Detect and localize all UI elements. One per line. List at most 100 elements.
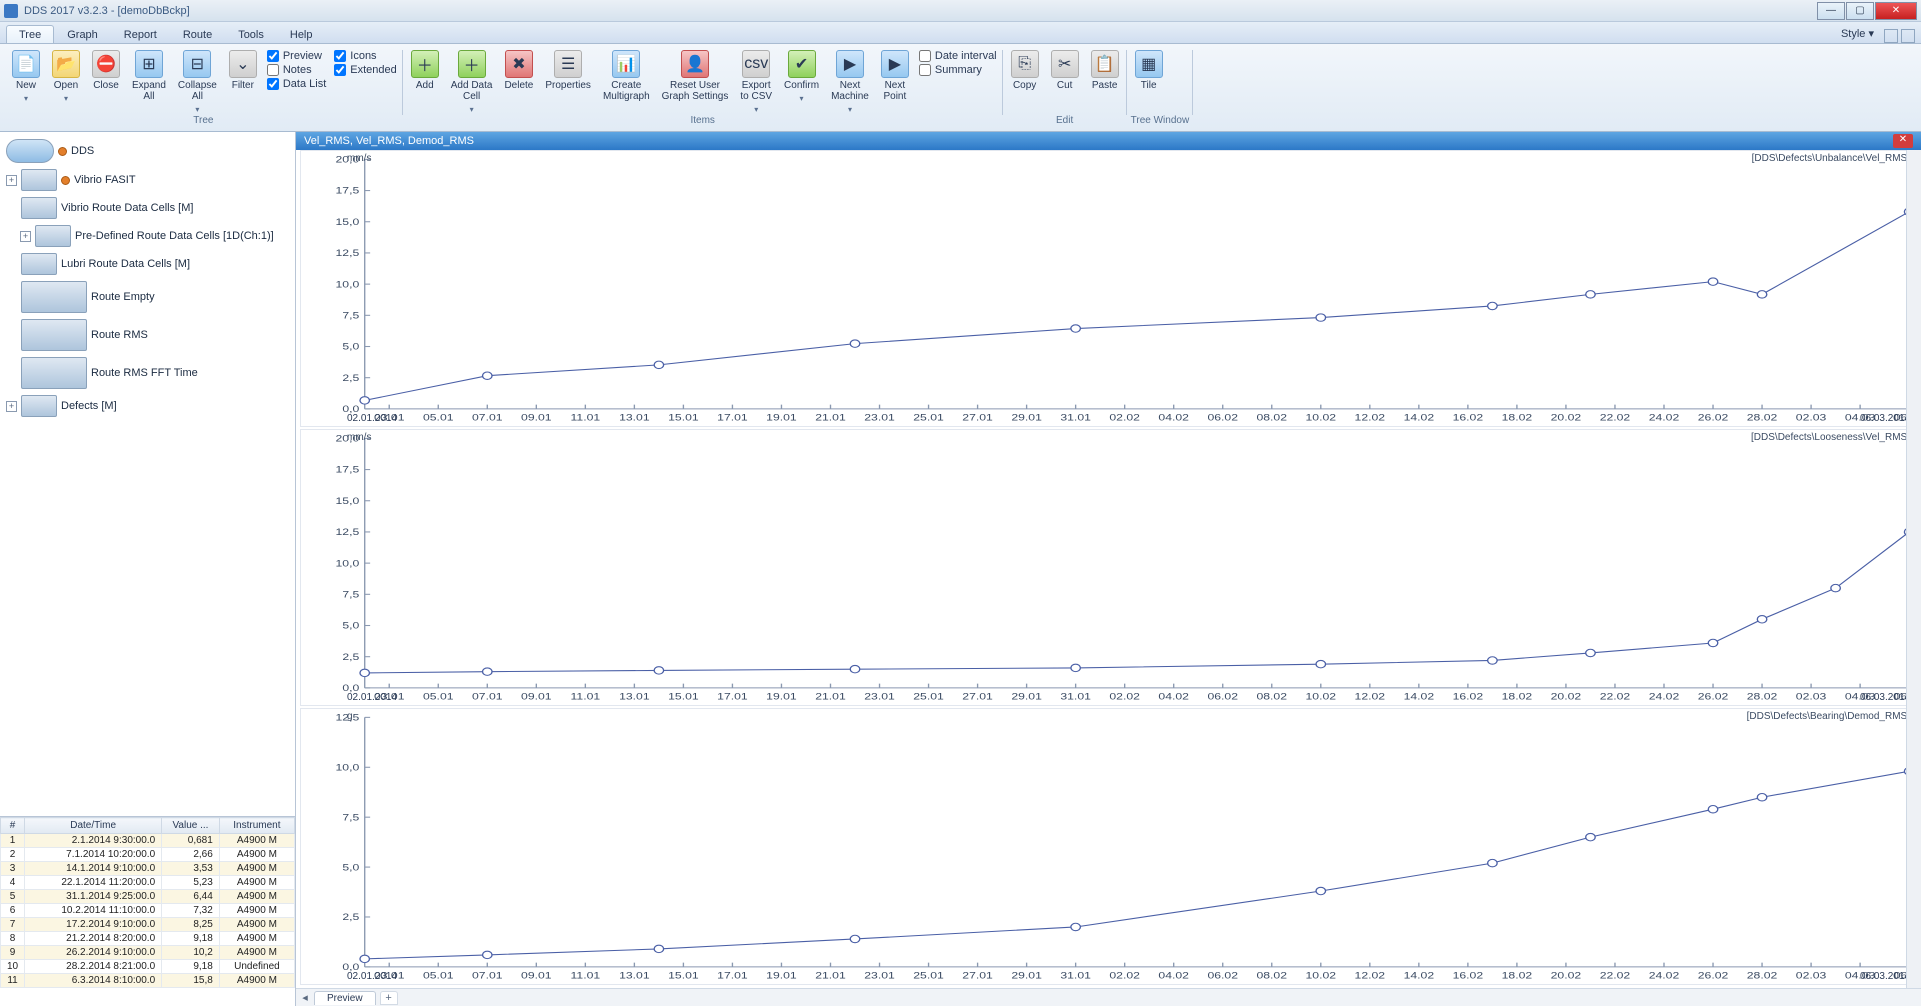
- delete-button[interactable]: ✖Delete: [500, 48, 537, 91]
- chart-close-button[interactable]: ✕: [1893, 134, 1913, 148]
- copy-icon: ⎘: [1011, 50, 1039, 78]
- svg-text:06.02: 06.02: [1207, 692, 1238, 702]
- chart-2[interactable]: 0,02,55,07,510,012,503.0105.0107.0109.01…: [300, 708, 1917, 985]
- export-csv-button[interactable]: csvExport to CSV▾: [736, 48, 776, 115]
- tab-route[interactable]: Route: [170, 25, 225, 43]
- table-row[interactable]: 314.1.2014 9:10:00.03,53A4900 M: [1, 862, 295, 876]
- tree-node[interactable]: Route Empty: [2, 278, 293, 316]
- create-multigraph-button[interactable]: 📊Create Multigraph: [599, 48, 654, 102]
- column-header[interactable]: Date/Time: [25, 818, 162, 834]
- svg-text:15.01: 15.01: [668, 692, 699, 702]
- tree-node-label: Pre-Defined Route Data Cells [1D(Ch:1)]: [75, 230, 274, 242]
- table-row[interactable]: 821.2.2014 8:20:00.09,18A4900 M: [1, 932, 295, 946]
- svg-text:5,0: 5,0: [342, 342, 359, 352]
- tree-node[interactable]: Lubri Route Data Cells [M]: [2, 250, 293, 278]
- notes-checkbox[interactable]: Notes: [267, 64, 326, 76]
- svg-text:19.01: 19.01: [766, 692, 797, 702]
- table-row[interactable]: 926.2.2014 9:10:00.010,2A4900 M: [1, 946, 295, 960]
- column-header[interactable]: Value ...: [162, 818, 220, 834]
- svg-text:19.01: 19.01: [766, 971, 797, 981]
- table-row[interactable]: 422.1.2014 11:20:00.05,23A4900 M: [1, 876, 295, 890]
- expand-toggle-icon[interactable]: +: [20, 231, 31, 242]
- filter-button[interactable]: ⌄Filter: [225, 48, 261, 91]
- ribbon-collapse-button[interactable]: [1884, 29, 1898, 43]
- tab-help[interactable]: Help: [277, 25, 326, 43]
- tree-node[interactable]: Route RMS FFT Time: [2, 354, 293, 392]
- close-db-button[interactable]: ⛔Close: [88, 48, 124, 91]
- table-row[interactable]: 531.1.2014 9:25:00.06,44A4900 M: [1, 890, 295, 904]
- group-items-label: Items: [407, 115, 999, 129]
- add-datacell-button[interactable]: ＋Add Data Cell▾: [447, 48, 497, 115]
- maximize-button[interactable]: ▢: [1846, 2, 1874, 20]
- paste-button[interactable]: 📋Paste: [1087, 48, 1123, 91]
- tab-report[interactable]: Report: [111, 25, 170, 43]
- new-button[interactable]: 📄New▾: [8, 48, 44, 104]
- properties-button[interactable]: ☰Properties: [541, 48, 595, 91]
- table-row[interactable]: 1028.2.2014 8:21:00.09,18Undefined: [1, 960, 295, 974]
- summary-checkbox[interactable]: Summary: [919, 64, 997, 76]
- svg-text:5,0: 5,0: [342, 862, 359, 872]
- tree-node[interactable]: +Vibrio FASIT: [2, 166, 293, 194]
- expand-toggle-icon[interactable]: +: [6, 175, 17, 186]
- svg-text:04.02: 04.02: [1158, 413, 1189, 423]
- confirm-button[interactable]: ✔Confirm▾: [780, 48, 823, 104]
- tree-view[interactable]: DDS +Vibrio FASITVibrio Route Data Cells…: [0, 132, 295, 816]
- chart-panel-titlebar[interactable]: Vel_RMS, Vel_RMS, Demod_RMS ✕: [296, 132, 1921, 150]
- tab-tree[interactable]: Tree: [6, 25, 54, 43]
- svg-text:15.01: 15.01: [668, 413, 699, 423]
- tree-node[interactable]: Route RMS: [2, 316, 293, 354]
- chart-0[interactable]: 0,02,55,07,510,012,515,017,520,003.0105.…: [300, 150, 1917, 427]
- delete-icon: ✖: [505, 50, 533, 78]
- vertical-scrollbar[interactable]: [1906, 150, 1921, 988]
- tile-button[interactable]: ▦Tile: [1131, 48, 1167, 91]
- reset-graph-settings-button[interactable]: 👤Reset User Graph Settings: [658, 48, 733, 102]
- tab-nav-left[interactable]: ◂: [296, 991, 314, 1004]
- column-header[interactable]: #: [1, 818, 25, 834]
- datalist-checkbox[interactable]: Data List: [267, 78, 326, 90]
- svg-text:06.02: 06.02: [1207, 413, 1238, 423]
- table-row[interactable]: 12.1.2014 9:30:00.00,681A4900 M: [1, 834, 295, 848]
- chart-date-start: 02.01.2014: [347, 692, 397, 703]
- collapse-all-button[interactable]: ⊟Collapse All▾: [174, 48, 221, 115]
- data-grid[interactable]: #Date/TimeValue ...Instrument 12.1.2014 …: [0, 816, 295, 1006]
- close-button[interactable]: ✕: [1875, 2, 1917, 20]
- column-header[interactable]: Instrument: [219, 818, 294, 834]
- table-row[interactable]: 717.2.2014 9:10:00.08,25A4900 M: [1, 918, 295, 932]
- table-row[interactable]: 610.2.2014 11:10:00.07,32A4900 M: [1, 904, 295, 918]
- tree-node[interactable]: + Pre-Defined Route Data Cells [1D(Ch:1)]: [2, 222, 293, 250]
- minimize-button[interactable]: —: [1817, 2, 1845, 20]
- device-icon: [21, 395, 57, 417]
- icons-checkbox[interactable]: Icons: [334, 50, 396, 62]
- ribbon-help-button[interactable]: [1901, 29, 1915, 43]
- expand-toggle-icon[interactable]: +: [6, 401, 17, 412]
- chart-date-start: 02.01.2014: [347, 971, 397, 982]
- style-menu[interactable]: Style ▾: [1834, 24, 1881, 43]
- copy-button[interactable]: ⎘Copy: [1007, 48, 1043, 91]
- preview-checkbox[interactable]: Preview: [267, 50, 326, 62]
- add-button[interactable]: ＋Add: [407, 48, 443, 91]
- open-button[interactable]: 📂Open▾: [48, 48, 84, 104]
- tree-root[interactable]: DDS: [2, 136, 293, 166]
- svg-text:11.01: 11.01: [571, 971, 601, 981]
- cut-button[interactable]: ✂Cut: [1047, 48, 1083, 91]
- tab-tools[interactable]: Tools: [225, 25, 277, 43]
- group-treewindow-label: Tree Window: [1131, 115, 1190, 129]
- table-row[interactable]: 116.3.2014 8:10:00.015,8A4900 M: [1, 974, 295, 988]
- date-interval-checkbox[interactable]: Date interval: [919, 50, 997, 62]
- next-point-button[interactable]: ▶Next Point: [877, 48, 913, 102]
- table-row[interactable]: 27.1.2014 10:20:00.02,66A4900 M: [1, 848, 295, 862]
- preview-tab[interactable]: Preview: [314, 991, 376, 1005]
- add-tab-button[interactable]: +: [380, 991, 398, 1005]
- extended-checkbox[interactable]: Extended: [334, 64, 396, 76]
- svg-text:23.01: 23.01: [864, 971, 895, 981]
- svg-text:22.02: 22.02: [1600, 971, 1631, 981]
- expand-all-button[interactable]: ⊞Expand All: [128, 48, 170, 102]
- svg-text:21.01: 21.01: [815, 413, 846, 423]
- tab-graph[interactable]: Graph: [54, 25, 111, 43]
- next-machine-button[interactable]: ▶Next Machine▾: [827, 48, 873, 115]
- chart-1[interactable]: 0,02,55,07,510,012,515,017,520,003.0105.…: [300, 429, 1917, 706]
- tree-node[interactable]: Vibrio Route Data Cells [M]: [2, 194, 293, 222]
- collapse-icon: ⊟: [183, 50, 211, 78]
- svg-text:14.02: 14.02: [1404, 413, 1435, 423]
- tree-node[interactable]: +Defects [M]: [2, 392, 293, 420]
